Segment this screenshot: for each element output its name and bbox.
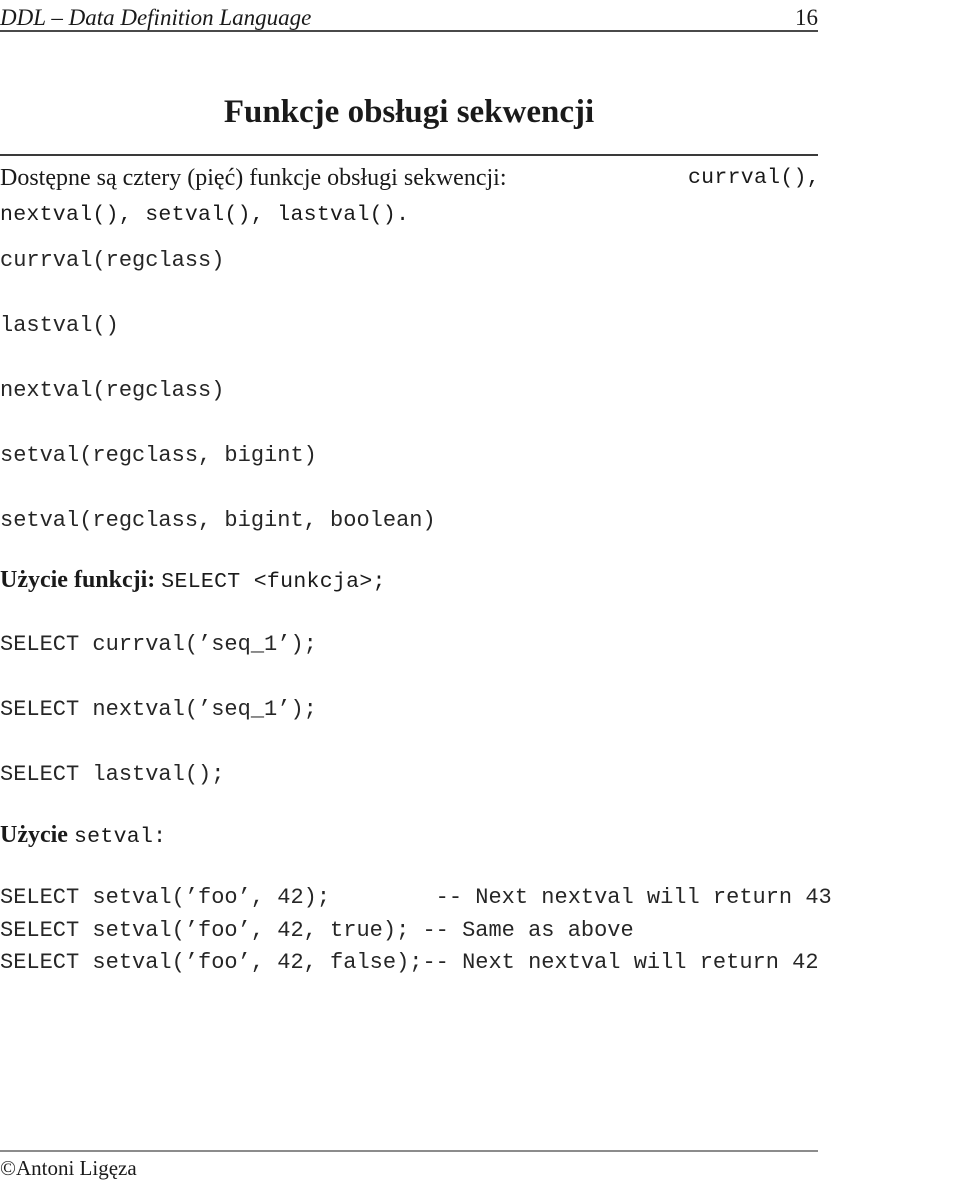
function-signature: currval(regclass) [0, 248, 225, 273]
intro-paragraph: Dostępne są cztery (pięć) funkcje obsług… [0, 160, 820, 234]
slide-page: DDL – Data Definition Language 16 Funkcj… [0, 0, 960, 1181]
select-example: SELECT currval(’seq_1’); [0, 632, 317, 657]
function-signature: setval(regclass, bigint, boolean) [0, 508, 436, 533]
select-example: SELECT lastval(); [0, 762, 225, 787]
footer-copyright: ©Antoni Ligęza [0, 1156, 137, 1180]
usage-setval-line: Użycie setval: [0, 820, 166, 852]
code-line: SELECT setval(’foo’, 42); -- Next nextva… [0, 885, 832, 910]
usage-setval-code: setval: [73, 825, 167, 849]
footer-divider [0, 1150, 818, 1152]
select-example: SELECT nextval(’seq_1’); [0, 697, 317, 722]
intro-line-1-text: Dostępne są cztery (pięć) funkcje obsług… [0, 165, 507, 191]
code-line: SELECT setval(’foo’, 42, false);-- Next … [0, 950, 819, 975]
intro-line-2-code: nextval(), setval(), lastval(). [0, 203, 410, 227]
usage-funkcji-line: Użycie funkcji: SELECT <funkcja>; [0, 565, 386, 597]
usage-setval-label: Użycie [0, 822, 68, 848]
header-title: DDL – Data Definition Language [0, 5, 312, 30]
header-divider [0, 30, 818, 32]
intro-line-1: Dostępne są cztery (pięć) funkcje obsług… [0, 160, 820, 197]
usage-funkcji-label: Użycie funkcji: [0, 567, 156, 593]
intro-line-1-code: currval(), [687, 166, 820, 190]
setval-code-block: SELECT setval(’foo’, 42); -- Next nextva… [0, 882, 832, 980]
function-signature: lastval() [0, 313, 119, 338]
page-number: 16 [795, 5, 818, 30]
code-line: SELECT setval(’foo’, 42, true); -- Same … [0, 917, 634, 943]
slide-title: Funkcje obsługi sekwencji [223, 94, 595, 130]
content-top-divider [0, 154, 818, 156]
function-signature: nextval(regclass) [0, 378, 225, 403]
usage-funkcji-code: SELECT <funkcja>; [161, 570, 386, 594]
function-signature: setval(regclass, bigint) [0, 443, 317, 468]
